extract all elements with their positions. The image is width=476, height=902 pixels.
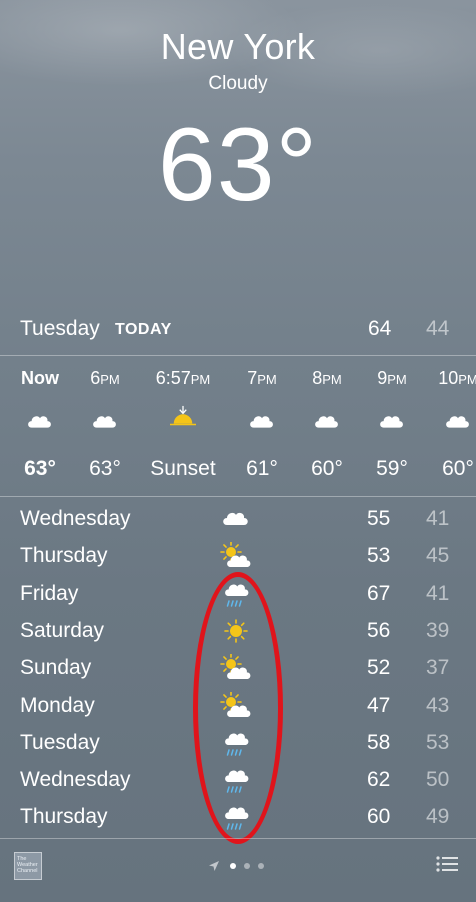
location-arrow-icon [209, 861, 219, 871]
daily-day: Wednesday [20, 768, 131, 792]
hourly-temp: Sunset [150, 457, 216, 480]
daily-low: 53 [426, 730, 450, 754]
daily-low: 50 [426, 768, 450, 792]
hourly-time: 6:57PM [155, 368, 211, 388]
daily-low: 41 [426, 507, 450, 530]
current-temperature: 63° [157, 107, 319, 223]
page-dot [244, 863, 250, 869]
today-day: Tuesday [20, 317, 100, 340]
list-icon[interactable] [436, 855, 458, 873]
daily-day: Monday [20, 693, 95, 717]
today-tag: TODAY [115, 321, 172, 338]
daily-high: 67 [367, 581, 391, 605]
daily-low: 49 [426, 805, 450, 829]
daily-high: 52 [367, 656, 391, 680]
weather-channel-logo[interactable]: The Weather Channel [14, 852, 42, 880]
daily-day: Sunday [20, 656, 92, 680]
hourly-temp: 63° [89, 457, 121, 480]
sunset-icon [168, 405, 198, 429]
cloud-icon [90, 409, 120, 433]
daily-day: Saturday [20, 618, 105, 642]
red-annotation-ellipse [193, 572, 283, 844]
daily-high: 56 [367, 618, 391, 642]
hourly-forecast-scroller[interactable]: Now 63° 6PM 63° 6:57PM Sunset 7PM 61° 8PM 60° 9PM… [0, 357, 476, 495]
page-indicator[interactable] [208, 857, 278, 873]
cloud-icon [247, 409, 277, 433]
divider [0, 355, 476, 356]
cloud-icon [443, 409, 473, 433]
today-high: 64 [368, 317, 392, 340]
today-low: 44 [426, 317, 450, 340]
cloud-icon [220, 505, 252, 535]
cloud-icon [377, 409, 407, 433]
page-dot [258, 863, 264, 869]
hourly-time: 6PM [90, 368, 120, 388]
daily-low: 43 [426, 693, 450, 717]
hourly-time: 10PM [438, 368, 476, 388]
daily-high: 55 [367, 507, 391, 530]
daily-day: Wednesday [20, 507, 131, 530]
daily-low: 37 [426, 656, 450, 680]
daily-high: 62 [367, 768, 391, 792]
daily-row: Wednesday 55 41 [0, 503, 476, 540]
page-dot-active [230, 863, 236, 869]
daily-high: 58 [367, 730, 391, 754]
condition-text: Cloudy [208, 73, 268, 94]
daily-high: 60 [367, 805, 391, 829]
daily-low: 41 [426, 581, 450, 605]
divider [0, 496, 476, 497]
today-row: Tuesday TODAY 64 44 [0, 313, 476, 353]
daily-day: Thursday [20, 544, 108, 568]
divider [0, 838, 476, 839]
daily-day: Friday [20, 581, 79, 605]
daily-low: 45 [426, 544, 450, 568]
bottom-toolbar: The Weather Channel [0, 845, 476, 902]
city-name: New York [160, 26, 316, 67]
partly-sunny-icon [220, 541, 252, 572]
daily-day: Thursday [20, 805, 108, 829]
daily-day: Tuesday [20, 730, 100, 754]
daily-low: 39 [426, 618, 450, 642]
hourly-temp: 60° [442, 457, 474, 480]
daily-high: 53 [367, 544, 391, 568]
cloud-icon [25, 409, 55, 433]
daily-high: 47 [367, 693, 391, 717]
cloud-icon [312, 409, 342, 433]
